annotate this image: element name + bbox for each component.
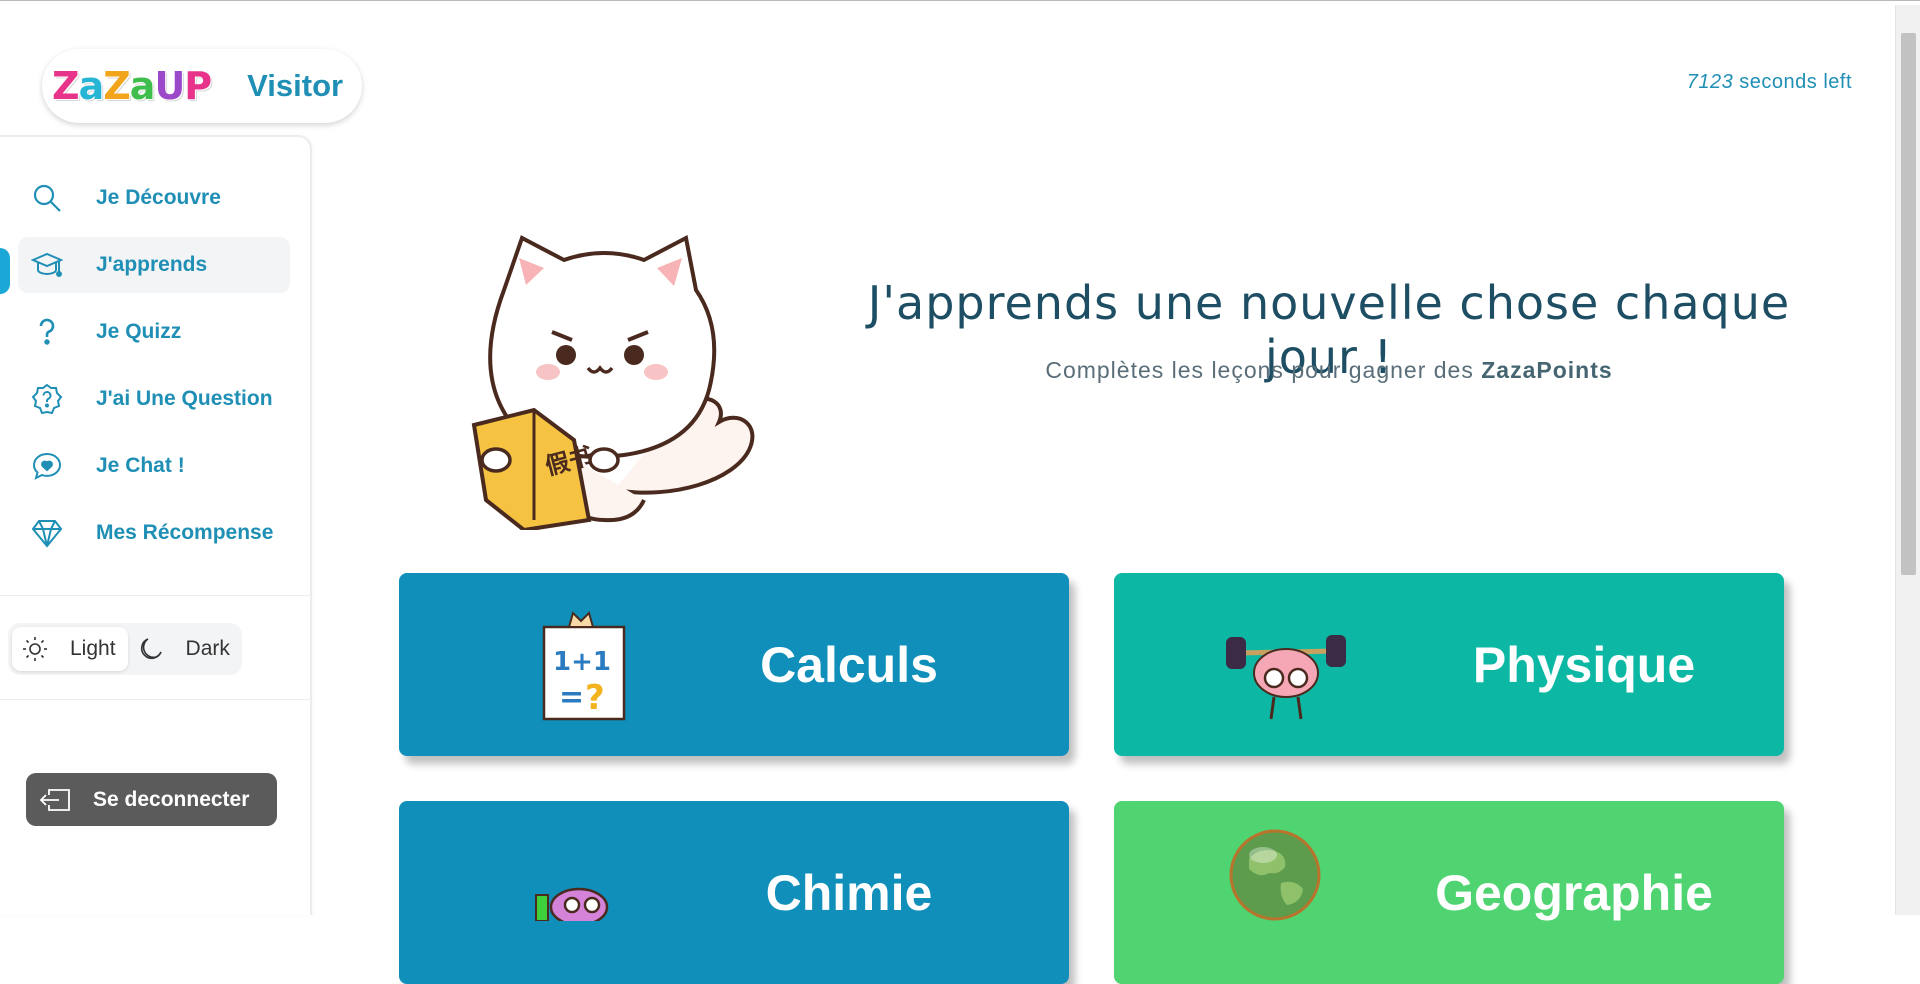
theme-light-label: Light — [70, 637, 116, 660]
svg-text:=: = — [559, 680, 584, 715]
moon-icon — [140, 638, 162, 660]
sidebar-divider — [0, 699, 310, 700]
sidebar-nav: Je Découvre J'apprends Je Quizz J'ai Une… — [0, 170, 310, 561]
hero-subtitle-text: Complètes les leçons pour gagner des — [1045, 357, 1474, 383]
search-icon — [30, 181, 64, 215]
card-label: Chimie — [765, 864, 933, 921]
graduation-cap-icon — [30, 248, 64, 282]
question-mark-icon — [30, 315, 64, 349]
svg-text:1+1: 1+1 — [553, 647, 611, 677]
theme-dark-button[interactable]: Dark — [128, 627, 242, 671]
sun-icon — [23, 637, 47, 661]
sidebar-item-j-ai-une-question[interactable]: J'ai Une Question — [18, 371, 290, 427]
theme-dark-label: Dark — [185, 637, 230, 660]
sidebar-item-je-decouvre[interactable]: Je Découvre — [18, 170, 290, 226]
sidebar-item-label: J'apprends — [96, 253, 208, 276]
globe-icon — [1229, 829, 1321, 921]
sidebar: Je Découvre J'apprends Je Quizz J'ai Une… — [0, 135, 312, 915]
card-label: Calculs — [760, 636, 938, 693]
user-label: Visitor — [247, 68, 344, 103]
sidebar-item-mes-recompense[interactable]: Mes Récompense — [18, 505, 290, 561]
hero-subtitle: Complètes les leçons pour gagner des Zaz… — [814, 357, 1844, 384]
page-scrollbar[interactable] — [1895, 5, 1920, 915]
course-card-calculs[interactable]: 1+1 = ? Calculs — [399, 573, 1069, 756]
sidebar-item-label: Je Quizz — [96, 320, 182, 343]
diamond-icon — [30, 516, 64, 550]
course-card-geographie[interactable]: Geographie — [1114, 801, 1784, 984]
theme-switcher: Light Dark — [8, 623, 242, 675]
theme-light-button[interactable]: Light — [12, 627, 128, 671]
svg-text:?: ? — [585, 678, 605, 718]
chat-heart-icon — [30, 449, 64, 483]
card-label: Geographie — [1435, 864, 1713, 921]
timer-value: 7123 — [1686, 71, 1734, 93]
calculation-board-icon: 1+1 = ? — [542, 611, 626, 721]
logout-icon — [39, 788, 70, 811]
sidebar-item-label: Mes Récompense — [96, 521, 274, 544]
active-nav-marker — [0, 248, 10, 294]
sidebar-item-label: Je Chat ! — [96, 454, 185, 477]
sidebar-item-je-quizz[interactable]: Je Quizz — [18, 304, 290, 360]
sidebar-item-j-apprends[interactable]: J'apprends — [18, 237, 290, 293]
timer-suffix: seconds left — [1739, 71, 1852, 93]
cat-reading-book-illustration: 假书 — [471, 234, 755, 530]
sidebar-item-label: J'ai Une Question — [96, 387, 273, 410]
course-card-physique[interactable]: Physique — [1114, 573, 1784, 756]
header: ZaZaUP Visitor 7123 seconds left — [0, 5, 1895, 135]
card-label: Physique — [1472, 636, 1696, 693]
zazapoints-label: ZazaPoints — [1481, 357, 1613, 383]
scrollbar-thumb[interactable] — [1901, 33, 1916, 575]
logout-button[interactable]: Se deconnecter — [26, 773, 277, 826]
main-content: 假书 J'apprends une nouvelle chose chaque … — [314, 135, 1895, 984]
session-timer: 7123 seconds left — [1687, 71, 1852, 94]
sidebar-item-je-chat[interactable]: Je Chat ! — [18, 438, 290, 494]
brain-dumbbell-icon — [1226, 635, 1346, 720]
question-badge-icon — [30, 382, 64, 416]
brand-pill[interactable]: ZaZaUP Visitor — [42, 49, 362, 123]
sidebar-divider — [0, 595, 310, 596]
chemistry-flask-icon — [535, 887, 609, 921]
zazaup-logo[interactable]: ZaZaUP — [52, 64, 212, 108]
sidebar-item-label: Je Découvre — [96, 186, 221, 209]
logout-label: Se deconnecter — [93, 787, 250, 811]
course-card-chimie[interactable]: Chimie — [399, 801, 1069, 984]
